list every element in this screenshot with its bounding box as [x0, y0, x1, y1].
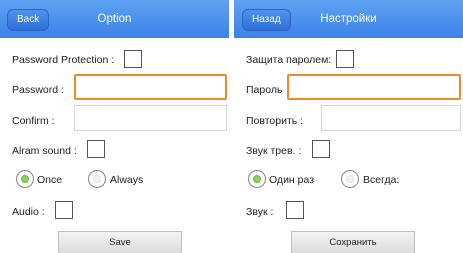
password-input[interactable] [287, 74, 461, 100]
audio-label: Звук : [246, 206, 274, 218]
audio-checkbox[interactable] [55, 201, 73, 219]
alarm-sound-label: Звук трев. : [246, 145, 302, 157]
confirm-input[interactable] [321, 105, 461, 131]
password-label: Password : [12, 84, 64, 96]
header-bar: Настройки Назад [234, 0, 463, 38]
password-protection-checkbox[interactable] [336, 50, 354, 68]
radio-always[interactable] [88, 170, 106, 188]
confirm-label: Повторить : [246, 115, 304, 127]
back-button[interactable]: Назад [242, 9, 291, 31]
password-protection-label: Password Protection : [12, 54, 115, 66]
back-button[interactable]: Back [7, 9, 50, 31]
audio-checkbox[interactable] [286, 201, 304, 219]
password-protection-label: Защита паролем: [246, 54, 332, 66]
options-panel-russian: Настройки Назад Защита паролем: Пароль П… [234, 0, 463, 253]
alarm-sound-checkbox[interactable] [87, 140, 105, 158]
confirm-input[interactable] [74, 105, 227, 131]
options-panel-english: Option Back Password Protection : Passwo… [0, 0, 229, 253]
radio-once-label: Once [37, 174, 63, 186]
alarm-sound-label: Alram sound : [12, 145, 77, 157]
radio-always-label: Всегда: [363, 174, 400, 186]
password-protection-checkbox[interactable] [124, 50, 142, 68]
confirm-label: Confirm : [12, 115, 55, 127]
radio-always[interactable] [341, 170, 359, 188]
password-label: Пароль [246, 84, 283, 96]
audio-label: Audio : [12, 206, 45, 218]
radio-once[interactable] [248, 170, 266, 188]
password-input[interactable] [74, 74, 227, 100]
header-bar: Option Back [0, 0, 229, 38]
save-button[interactable]: Save [58, 231, 182, 253]
radio-once[interactable] [16, 170, 34, 188]
save-button[interactable]: Сохранить [291, 231, 415, 253]
radio-always-label: Always [110, 174, 144, 186]
alarm-sound-checkbox[interactable] [312, 140, 330, 158]
radio-once-label: Один раз [269, 174, 315, 186]
